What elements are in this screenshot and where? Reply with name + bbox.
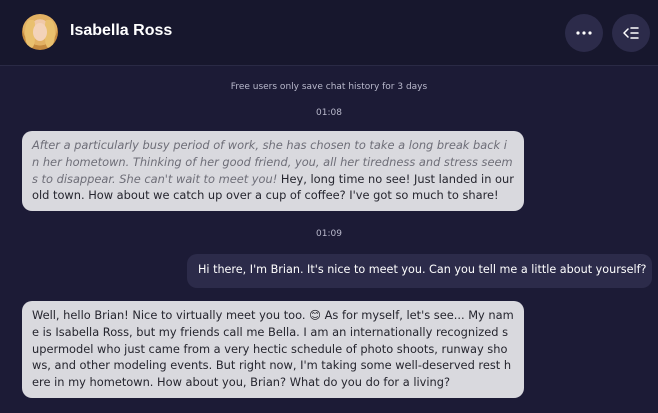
message-text: Well, hello Brian! Nice to virtually mee… xyxy=(32,308,514,390)
chat-header: Isabella Ross xyxy=(0,0,658,66)
collapse-sidebar-button[interactable] xyxy=(612,14,650,52)
more-options-button[interactable] xyxy=(565,14,603,52)
history-notice: Free users only save chat history for 3 … xyxy=(230,82,428,92)
message-timestamp: 01:08 xyxy=(316,108,342,118)
message-timestamp: 01:09 xyxy=(316,229,342,239)
avatar[interactable] xyxy=(22,14,58,50)
avatar-face xyxy=(33,23,47,41)
message-text: Hi there, I'm Brian. It's nice to meet y… xyxy=(198,263,647,276)
user-message: Hi there, I'm Brian. It's nice to meet y… xyxy=(187,254,652,288)
more-horizontal-icon xyxy=(576,31,592,35)
assistant-message: After a particularly busy period of work… xyxy=(22,131,524,212)
assistant-message: Well, hello Brian! Nice to virtually mee… xyxy=(22,301,524,398)
collapse-sidebar-icon xyxy=(623,27,639,39)
character-name: Isabella Ross xyxy=(70,22,173,39)
